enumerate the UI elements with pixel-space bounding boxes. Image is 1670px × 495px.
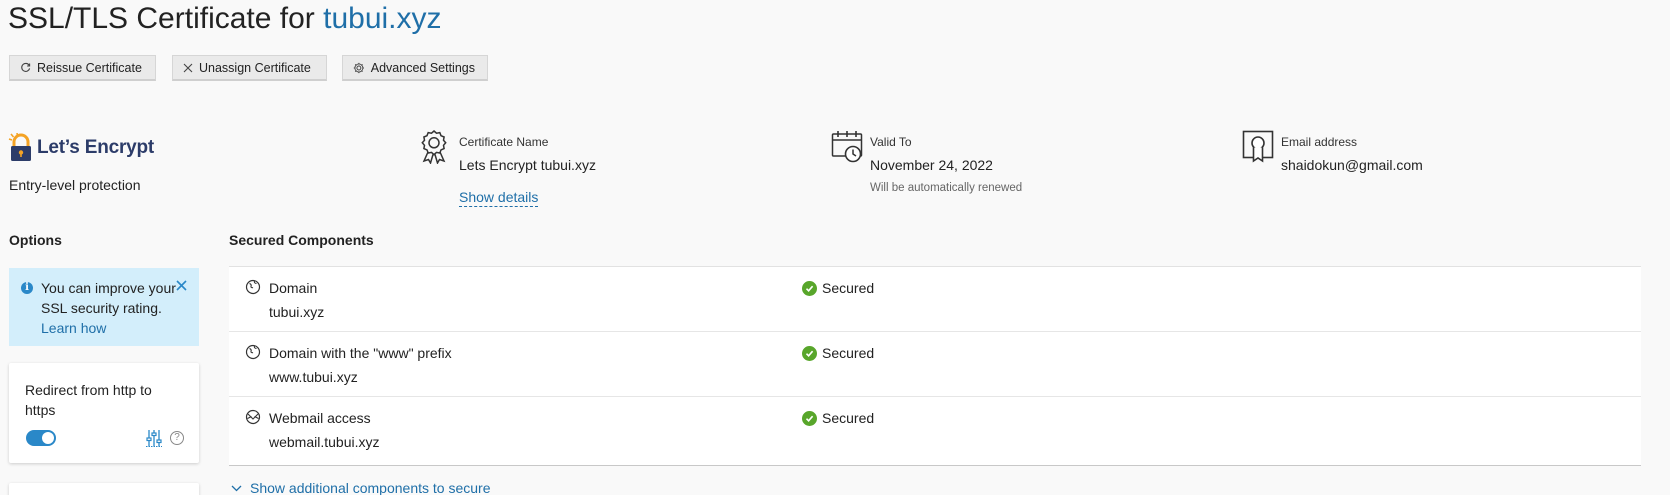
auto-renew-note: Will be automatically renewed bbox=[870, 182, 1023, 194]
page-title-prefix: SSL/TLS Certificate for bbox=[8, 2, 324, 35]
next-option-card bbox=[9, 483, 199, 495]
status-text: Secured bbox=[822, 280, 875, 296]
component-name: Webmail access bbox=[269, 410, 371, 426]
component-name: Domain with the "www" prefix bbox=[269, 345, 452, 361]
unassign-certificate-label: Unassign Certificate bbox=[199, 60, 311, 75]
page-title: SSL/TLS Certificate for tubui.xyz bbox=[8, 0, 442, 38]
secured-components-heading: Secured Components bbox=[229, 232, 374, 248]
webmail-icon bbox=[245, 409, 261, 425]
valid-to-label: Valid To bbox=[870, 135, 912, 149]
reissue-icon bbox=[21, 62, 31, 72]
status-badge: Secured bbox=[802, 345, 874, 361]
options-heading: Options bbox=[9, 232, 62, 248]
learn-how-link[interactable]: Learn how bbox=[41, 320, 106, 336]
check-circle-icon bbox=[802, 410, 817, 426]
status-text: Secured bbox=[822, 345, 875, 361]
domain-icon bbox=[245, 279, 261, 295]
table-row: Domain with the "www" prefix www.tubui.x… bbox=[229, 332, 1641, 397]
component-host: webmail.tubui.xyz bbox=[269, 434, 380, 450]
close-icon bbox=[183, 63, 193, 72]
redirect-label: Redirect from http to https bbox=[25, 382, 152, 418]
table-row: Domain tubui.xyz Secured bbox=[229, 267, 1641, 332]
lets-encrypt-logo: Let’s Encrypt bbox=[8, 133, 154, 163]
redirect-toggle[interactable] bbox=[26, 430, 56, 446]
reissue-certificate-button[interactable]: Reissue Certificate bbox=[9, 55, 156, 81]
check-circle-icon bbox=[802, 345, 817, 361]
toggle-knob bbox=[42, 432, 54, 444]
certificate-name-label: Certificate Name bbox=[459, 135, 549, 149]
security-tip-text: You can improve your SSL security rating… bbox=[41, 280, 176, 316]
certificate-document-icon bbox=[1242, 130, 1274, 163]
check-circle-icon bbox=[802, 280, 817, 296]
status-badge: Secured bbox=[802, 410, 874, 426]
calendar-clock-icon bbox=[831, 131, 863, 163]
tune-settings-icon[interactable] bbox=[146, 429, 162, 447]
valid-to-value: November 24, 2022 bbox=[870, 157, 993, 173]
gear-icon bbox=[353, 62, 364, 73]
close-icon[interactable] bbox=[176, 280, 187, 291]
provider-name: Let’s Encrypt bbox=[37, 137, 155, 158]
domain-icon bbox=[245, 344, 261, 360]
email-address-value: shaidokun@gmail.com bbox=[1281, 157, 1423, 173]
chevron-down-icon bbox=[231, 485, 242, 491]
component-host: tubui.xyz bbox=[269, 304, 325, 320]
table-row: Webmail access webmail.tubui.xyz Secured bbox=[229, 397, 1641, 462]
component-name: Domain bbox=[269, 280, 318, 296]
advanced-settings-button[interactable]: Advanced Settings bbox=[342, 55, 488, 81]
email-address-label: Email address bbox=[1281, 135, 1358, 149]
security-tip-banner: i You can improve your SSL security rati… bbox=[9, 268, 199, 346]
info-icon: i bbox=[21, 282, 33, 294]
advanced-settings-label: Advanced Settings bbox=[370, 60, 475, 75]
help-icon[interactable]: ? bbox=[170, 431, 184, 445]
status-text: Secured bbox=[822, 410, 875, 426]
certificate-name-value: Lets Encrypt tubui.xyz bbox=[459, 157, 596, 173]
status-badge: Secured bbox=[802, 280, 874, 296]
certificate-badge-icon bbox=[421, 130, 447, 164]
lets-encrypt-lock-icon bbox=[8, 133, 31, 161]
protection-level: Entry-level protection bbox=[9, 177, 141, 193]
show-details-link[interactable]: Show details bbox=[459, 189, 539, 207]
redirect-option-card: Redirect from http to https ? bbox=[9, 363, 199, 463]
page: SSL/TLS Certificate for tubui.xyz Reissu… bbox=[0, 0, 1670, 495]
show-additional-components-label: Show additional components to secure bbox=[250, 480, 491, 495]
unassign-certificate-button[interactable]: Unassign Certificate bbox=[172, 55, 327, 81]
page-title-domain: tubui.xyz bbox=[323, 2, 442, 35]
reissue-certificate-label: Reissue Certificate bbox=[37, 60, 142, 75]
show-additional-components-link[interactable]: Show additional components to secure bbox=[231, 480, 490, 495]
secured-components-table: Domain tubui.xyz Secured Domain with the… bbox=[229, 266, 1641, 466]
component-host: www.tubui.xyz bbox=[269, 369, 358, 385]
